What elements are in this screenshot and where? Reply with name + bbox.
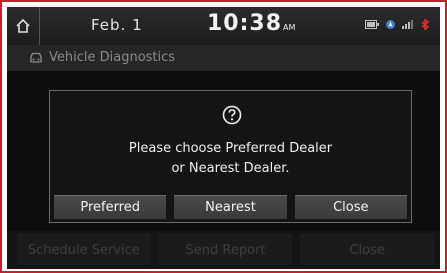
screenshot-frame: Feb. 1 10:38AM Vehicle Diagnostics Sched… — [0, 0, 447, 273]
home-icon — [16, 18, 30, 33]
status-date: Feb. 1 — [91, 16, 143, 34]
location-icon — [386, 20, 395, 29]
dialog-message-line1: Please choose Preferred Dealer — [128, 141, 333, 156]
question-icon — [222, 105, 242, 125]
clock-ampm: AM — [283, 23, 296, 32]
battery-icon — [365, 20, 379, 29]
bluetooth-icon — [421, 19, 430, 30]
home-button[interactable] — [7, 7, 40, 45]
clock-time: 10:38 — [207, 11, 283, 36]
status-time: 10:38AM — [207, 11, 295, 36]
signal-icon — [402, 20, 413, 29]
dealer-choice-dialog: Please choose Preferred Dealer or Neares… — [49, 90, 412, 223]
dialog-buttons: Preferred Nearest Close — [54, 195, 407, 219]
nearest-button[interactable]: Nearest — [174, 195, 287, 219]
status-icons — [365, 19, 430, 30]
dialog-message: Please choose Preferred Dealer or Neares… — [50, 139, 411, 179]
car-diagnostics-icon — [30, 52, 42, 63]
dialog-message-line2: or Nearest Dealer. — [171, 161, 290, 176]
head-unit-screen: Feb. 1 10:38AM Vehicle Diagnostics Sched… — [7, 7, 440, 269]
dialog-close-button[interactable]: Close — [294, 195, 407, 219]
page-title: Vehicle Diagnostics — [49, 50, 176, 65]
title-bar: Vehicle Diagnostics — [7, 45, 440, 71]
status-bar: Feb. 1 10:38AM — [7, 7, 440, 45]
preferred-button[interactable]: Preferred — [54, 195, 167, 219]
